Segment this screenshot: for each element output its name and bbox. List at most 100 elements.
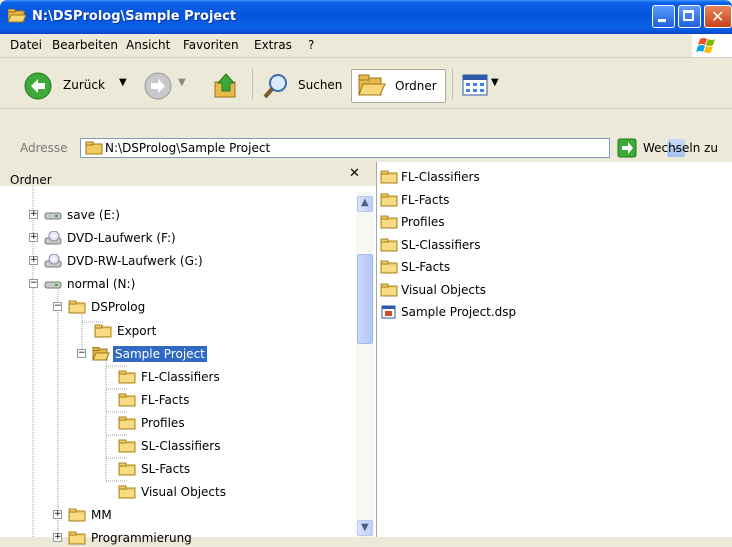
file-list-pane: FL-Classifiers FL-Facts Profiles SL-Classif… <box>377 162 732 537</box>
close-icon[interactable]: ✕ <box>349 166 360 181</box>
forward-button[interactable]: ▼ <box>138 69 200 103</box>
up-folder-icon <box>214 73 236 98</box>
expand-plus-icon[interactable]: + <box>29 256 38 265</box>
tree-item[interactable]: Profiles <box>118 414 187 432</box>
dsp-file-icon <box>381 305 396 319</box>
file-name: Visual Objects <box>401 282 486 297</box>
tree-item-label: FL-Classifiers <box>141 370 220 384</box>
list-item[interactable]: SL-Facts <box>380 257 450 277</box>
address-field[interactable]: N:\DSProlog\Sample Project ⌄ <box>80 138 685 158</box>
tree-item[interactable]: save (E:) <box>44 206 122 224</box>
tree-item[interactable]: FL-Facts <box>118 391 191 409</box>
go-button[interactable]: Wechseln zu <box>617 138 732 158</box>
toolbar-separator <box>452 68 453 100</box>
menu-datei[interactable]: Datei <box>10 38 42 52</box>
folder-tree: + save (E:) + DVD-Laufwerk (F:) + DVD-RW-Lauf… <box>0 186 356 545</box>
drive-icon <box>44 281 62 289</box>
folder-icon <box>380 260 398 274</box>
collapse-minus-icon[interactable]: − <box>53 302 62 311</box>
back-dropdown-icon[interactable]: ▼ <box>119 77 127 88</box>
window-title: N:\DSProlog\Sample Project <box>32 9 237 24</box>
tree-item[interactable]: MM <box>68 506 114 524</box>
back-arrow-icon <box>24 72 52 100</box>
tree-item-label: DVD-Laufwerk (F:) <box>67 231 176 245</box>
tree-item[interactable]: DSProlog <box>68 298 147 316</box>
collapse-minus-icon[interactable]: − <box>77 349 86 358</box>
back-label: Zurück <box>63 78 105 92</box>
menu-ansicht[interactable]: Ansicht <box>126 38 170 52</box>
tree-item-label: Profiles <box>141 416 185 430</box>
search-icon <box>263 74 287 99</box>
list-item[interactable]: Profiles <box>380 212 445 232</box>
collapse-minus-icon[interactable]: − <box>29 279 38 288</box>
list-item[interactable]: Visual Objects <box>380 280 486 300</box>
minimize-button[interactable] <box>652 5 675 28</box>
folder-icon <box>85 141 103 155</box>
menu-extras[interactable]: Extras <box>254 38 292 52</box>
list-item[interactable]: Sample Project.dsp <box>380 302 516 322</box>
folder-icon <box>118 462 136 476</box>
folder-icon <box>118 370 136 384</box>
tree-item[interactable]: Sample Project <box>92 345 207 363</box>
tree-item[interactable]: DVD-RW-Laufwerk (G:) <box>44 252 205 270</box>
menu-bearbeiten[interactable]: Bearbeiten <box>52 38 118 52</box>
views-dropdown-icon[interactable]: ▼ <box>491 77 499 88</box>
folder-open-icon <box>8 9 26 23</box>
folders-label: Ordner <box>395 79 437 93</box>
folder-icon <box>68 531 86 545</box>
folder-icon <box>380 170 398 184</box>
standard-toolbar: Zurück ▼ ▼ Suchen Ordner ▼ <box>0 58 732 109</box>
file-name: FL-Classifiers <box>401 170 480 184</box>
views-button[interactable]: ▼ <box>458 69 508 103</box>
list-item[interactable]: SL-Classifiers <box>380 235 480 255</box>
folders-button[interactable]: Ordner <box>351 69 446 103</box>
tree-item[interactable]: Programmierung <box>68 529 194 547</box>
scroll-up-button[interactable]: ▲ <box>357 196 373 212</box>
tree-item[interactable]: Visual Objects <box>118 483 228 501</box>
folder-icon <box>118 416 136 430</box>
folder-icon <box>118 393 136 407</box>
scroll-down-button[interactable]: ▼ <box>357 520 373 536</box>
go-arrow-icon <box>617 138 637 158</box>
folder-pane-scrollbar[interactable]: ▲ ▼ <box>356 192 374 537</box>
file-name: FL-Facts <box>401 192 450 207</box>
up-folder-button[interactable] <box>206 69 246 103</box>
tree-item-label: normal (N:) <box>67 277 136 291</box>
scroll-thumb[interactable] <box>357 254 373 344</box>
list-item[interactable]: FL-Classifiers <box>380 167 480 187</box>
back-button[interactable]: Zurück ▼ <box>22 69 134 103</box>
tree-item-label: SL-Classifiers <box>141 439 221 453</box>
forward-dropdown-icon[interactable]: ▼ <box>178 77 186 88</box>
tree-item[interactable]: normal (N:) <box>44 275 137 293</box>
tree-item-label: Visual Objects <box>141 485 226 499</box>
tree-item[interactable]: SL-Facts <box>118 460 192 478</box>
menu-favoriten[interactable]: Favoriten <box>183 38 239 52</box>
expand-plus-icon[interactable]: + <box>29 210 38 219</box>
tree-item[interactable]: FL-Classifiers <box>118 368 222 386</box>
title-bar[interactable]: N:\DSProlog\Sample Project ✕ <box>0 0 732 34</box>
list-item[interactable]: FL-Facts <box>380 190 449 210</box>
tree-item-label: Export <box>117 324 157 338</box>
tree-item-label: Programmierung <box>91 531 192 545</box>
expand-plus-icon[interactable]: + <box>53 510 62 519</box>
folder-pane-header: Ordner ✕ <box>0 162 376 187</box>
cd-drive-icon <box>44 254 62 268</box>
expand-plus-icon[interactable]: + <box>29 233 38 242</box>
maximize-button[interactable] <box>678 5 701 28</box>
tree-item[interactable]: DVD-Laufwerk (F:) <box>44 229 178 247</box>
file-name: Sample Project.dsp <box>401 305 517 319</box>
tree-item-label: MM <box>91 508 112 522</box>
search-button[interactable]: Suchen <box>258 69 346 103</box>
tree-item[interactable]: SL-Classifiers <box>118 437 222 455</box>
folder-icon <box>118 439 136 453</box>
address-label: Adresse <box>20 141 68 155</box>
folder-icon <box>68 508 86 522</box>
folder-open-icon <box>92 347 110 361</box>
tree-item-label: FL-Facts <box>141 393 190 407</box>
go-label: Wechseln zu <box>643 141 719 155</box>
menu-help[interactable]: ? <box>308 38 314 52</box>
close-button[interactable]: ✕ <box>704 5 732 28</box>
folder-icon <box>380 193 398 206</box>
expand-plus-icon[interactable]: + <box>53 533 62 542</box>
tree-item[interactable]: Export <box>94 322 158 340</box>
